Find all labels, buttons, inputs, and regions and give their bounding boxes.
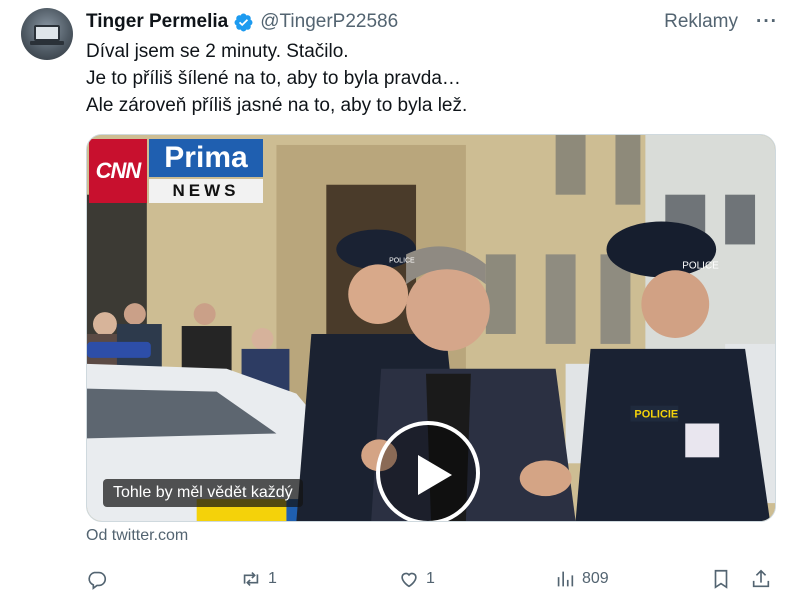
like-count: 1 [426,570,435,587]
display-name[interactable]: Tinger Permelia [86,11,228,33]
cap-label: POLICE [682,260,719,271]
tweet-header: Tinger Permelia @TingerP22586 Reklamy ··… [86,8,778,36]
retweet-button[interactable]: 1 [240,566,277,592]
retweet-count: 1 [268,570,277,587]
video-player[interactable]: POLICE POLICE POLICIE CNN Prima NEWS Toh… [86,134,776,522]
play-icon [418,455,452,495]
views-count: 809 [582,570,609,587]
verified-badge-icon [234,13,253,31]
bookmark-icon [714,569,728,589]
views-chart-icon [557,571,574,587]
tweet-text-line: Je to příliš šílené na to, aby to byla p… [86,68,461,89]
play-button[interactable] [376,421,480,521]
reply-button[interactable] [86,566,114,592]
retweet-icon [243,571,259,587]
action-bar: 1 1 809 [84,566,780,592]
news-logo: NEWS [149,179,263,203]
reply-icon [88,571,107,590]
avatar[interactable] [21,8,73,60]
ad-label: Reklamy [664,11,739,32]
views-button[interactable]: 809 [554,566,609,592]
share-button[interactable] [750,566,772,592]
police-cap-label: POLICE [389,257,415,264]
share-icon [752,569,770,588]
source-link[interactable]: Od twitter.com [86,527,188,545]
tweet-text-line: Ale zároveň příliš jasné na to, aby to b… [86,95,468,116]
like-button[interactable]: 1 [398,566,435,592]
cnn-logo: CNN [89,139,147,203]
user-handle[interactable]: @TingerP22586 [260,11,398,33]
policie-badge-label: POLICIE [634,409,678,421]
video-caption: Tohle by měl vědět každý [103,479,303,507]
laptop-icon [34,25,60,41]
heart-icon [401,572,417,588]
tweet-text: Díval jsem se 2 minuty. Stačilo. Je to p… [86,38,766,119]
prima-logo: Prima [149,139,263,177]
cnn-prima-news-logo: CNN Prima NEWS [89,139,263,203]
bookmark-button[interactable] [710,566,732,592]
more-options-button[interactable]: ··· [756,11,778,33]
tweet-text-line: Díval jsem se 2 minuty. Stačilo. [86,41,349,62]
